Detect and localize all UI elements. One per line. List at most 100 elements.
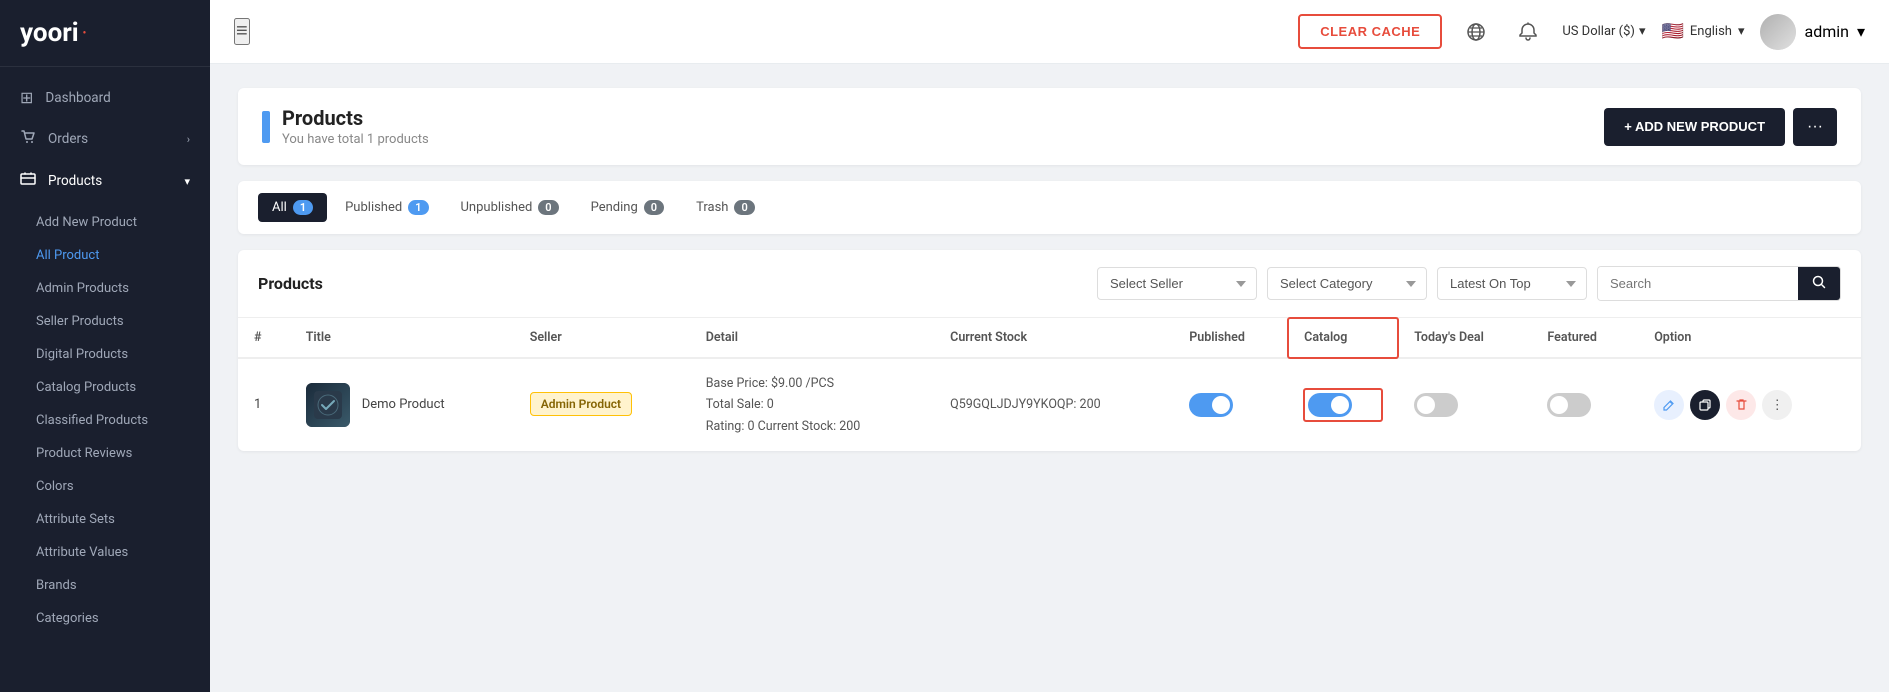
product-thumb-inner	[306, 383, 350, 427]
col-header-stock: Current Stock	[934, 318, 1173, 358]
copy-button[interactable]	[1690, 390, 1720, 420]
sidebar-item-label: Orders	[48, 131, 88, 147]
logo-dot: •	[83, 28, 87, 39]
featured-toggle[interactable]	[1547, 393, 1591, 417]
sidebar-sub-attribute-values[interactable]: Attribute Values	[0, 536, 210, 569]
tab-pending-badge: 0	[644, 200, 664, 215]
orders-icon	[20, 129, 36, 149]
currency-selector[interactable]: US Dollar ($) ▾	[1562, 24, 1645, 39]
sidebar-sub-categories[interactable]: Categories	[0, 602, 210, 635]
seller-select[interactable]: Select Seller	[1097, 267, 1257, 300]
detail-text: Base Price: $9.00 /PCS Total Sale: 0 Rat…	[706, 373, 918, 437]
clear-cache-button[interactable]: CLEAR CACHE	[1298, 14, 1442, 49]
sidebar-item-dashboard[interactable]: ⊞ Dashboard	[0, 77, 210, 118]
search-button[interactable]	[1798, 267, 1840, 300]
add-new-product-button[interactable]: + ADD NEW PRODUCT	[1604, 108, 1785, 146]
action-buttons: ⋮	[1654, 390, 1845, 420]
product-thumbnail	[306, 383, 350, 427]
sidebar-sub-add-new-product[interactable]: Add New Product	[0, 206, 210, 239]
published-toggle[interactable]	[1189, 393, 1233, 417]
sidebar-sub-all-product[interactable]: All Product	[0, 239, 210, 272]
detail-total-sale: Total Sale: 0	[706, 394, 918, 415]
row-featured	[1531, 358, 1638, 451]
currency-chevron-icon: ▾	[1639, 24, 1646, 39]
featured-toggle-container	[1547, 393, 1622, 417]
toggle-slider-todays-deal	[1414, 393, 1458, 417]
page-header-right: + ADD NEW PRODUCT ···	[1604, 108, 1837, 146]
tab-published-badge: 1	[408, 200, 428, 215]
sidebar-sub-digital-products[interactable]: Digital Products	[0, 338, 210, 371]
tab-trash[interactable]: Trash 0	[682, 193, 769, 222]
detail-rating: Rating: 0 Current Stock: 200	[706, 416, 918, 437]
tab-unpublished-badge: 0	[538, 200, 558, 215]
sidebar-navigation: ⊞ Dashboard Orders › Products ▾ Add New …	[0, 67, 210, 649]
col-header-num: #	[238, 318, 290, 358]
sub-item-label: Product Reviews	[36, 446, 132, 461]
more-options-button[interactable]: ···	[1793, 108, 1837, 146]
col-header-option: Option	[1638, 318, 1861, 358]
search-input[interactable]	[1598, 267, 1798, 300]
products-table: # Title Seller Detail Current Stock Publ…	[238, 318, 1861, 451]
grid-icon: ⊞	[20, 88, 33, 107]
user-chevron-icon: ▾	[1857, 22, 1865, 41]
sub-item-label: Colors	[36, 479, 74, 494]
stock-code: Q59GQLJDJY9YKOQP: 200	[950, 397, 1100, 412]
sub-item-label: Brands	[36, 578, 77, 593]
tab-pending[interactable]: Pending 0	[577, 193, 678, 222]
sidebar-sub-catalog-products[interactable]: Catalog Products	[0, 371, 210, 404]
tab-unpublished[interactable]: Unpublished 0	[447, 193, 573, 222]
delete-button[interactable]	[1726, 390, 1756, 420]
flag-icon: 🇺🇸	[1661, 21, 1683, 42]
row-num: 1	[238, 358, 290, 451]
sub-item-label: Catalog Products	[36, 380, 136, 395]
detail-base-price: Base Price: $9.00 /PCS	[706, 373, 918, 394]
products-card-header: Products Select Seller Select Category L…	[238, 250, 1861, 318]
language-label: English	[1690, 24, 1732, 39]
category-select[interactable]: Select Category	[1267, 267, 1427, 300]
todays-deal-toggle[interactable]	[1414, 393, 1458, 417]
globe-icon-button[interactable]	[1458, 18, 1494, 46]
language-selector[interactable]: 🇺🇸 English ▾	[1661, 21, 1744, 42]
catalog-toggle[interactable]	[1308, 393, 1352, 417]
products-card: Products Select Seller Select Category L…	[238, 250, 1861, 451]
user-menu[interactable]: admin ▾	[1760, 14, 1865, 50]
sidebar-sub-attribute-sets[interactable]: Attribute Sets	[0, 503, 210, 536]
tab-all[interactable]: All 1	[258, 193, 327, 222]
row-option: ⋮	[1638, 358, 1861, 451]
sidebar-item-products[interactable]: Products ▾	[0, 160, 210, 202]
sidebar-sub-brands[interactable]: Brands	[0, 569, 210, 602]
sub-item-label: Admin Products	[36, 281, 129, 296]
notification-bell-button[interactable]	[1510, 18, 1546, 46]
sidebar-sub-seller-products[interactable]: Seller Products	[0, 305, 210, 338]
content-area: Products You have total 1 products + ADD…	[210, 64, 1889, 692]
sidebar-sub-admin-products[interactable]: Admin Products	[0, 272, 210, 305]
sidebar-item-orders[interactable]: Orders ›	[0, 118, 210, 160]
tabs-bar: All 1 Published 1 Unpublished 0 Pending …	[238, 181, 1861, 234]
sidebar-sub-classified-products[interactable]: Classified Products	[0, 404, 210, 437]
tab-all-label: All	[272, 200, 287, 215]
col-header-published: Published	[1173, 318, 1288, 358]
title-cell: Demo Product	[306, 383, 498, 427]
tab-published[interactable]: Published 1	[331, 193, 442, 222]
products-icon	[20, 171, 36, 191]
sub-item-label: Categories	[36, 611, 99, 626]
sidebar-products-submenu: Add New Product All Product Admin Produc…	[0, 202, 210, 639]
tab-published-label: Published	[345, 200, 402, 215]
sub-item-label: Classified Products	[36, 413, 148, 428]
col-header-seller: Seller	[514, 318, 690, 358]
published-toggle-container	[1189, 393, 1272, 417]
products-card-title: Products	[258, 274, 323, 293]
row-title: Demo Product	[290, 358, 514, 451]
tab-trash-badge: 0	[734, 200, 754, 215]
page-header: Products You have total 1 products + ADD…	[238, 88, 1861, 165]
sidebar-sub-colors[interactable]: Colors	[0, 470, 210, 503]
seller-badge: Admin Product	[530, 392, 632, 416]
more-options-row-button[interactable]: ⋮	[1762, 390, 1792, 420]
edit-button[interactable]	[1654, 390, 1684, 420]
sidebar-sub-product-reviews[interactable]: Product Reviews	[0, 437, 210, 470]
topbar: ≡ CLEAR CACHE US Dollar ($) ▾ 🇺🇸 English…	[210, 0, 1889, 64]
sub-item-label: Add New Product	[36, 215, 137, 230]
col-header-catalog: Catalog	[1288, 318, 1398, 358]
sort-select[interactable]: Latest On Top Oldest On Top Name Asc Nam…	[1437, 267, 1587, 300]
hamburger-button[interactable]: ≡	[234, 18, 250, 45]
